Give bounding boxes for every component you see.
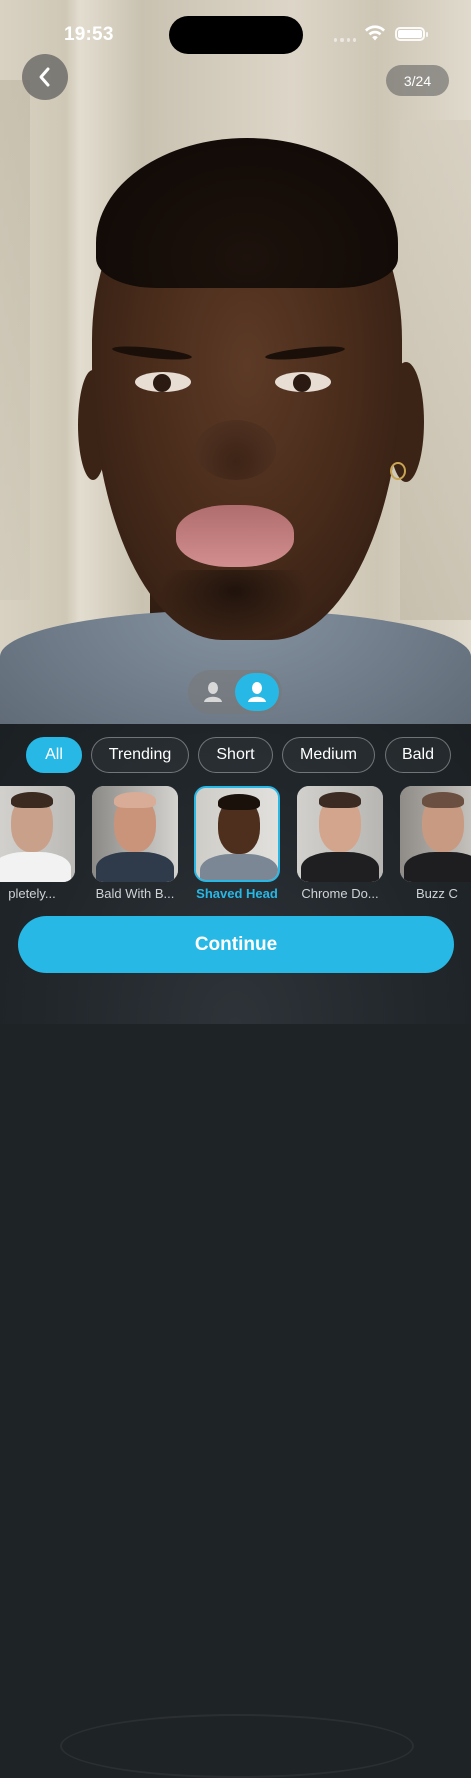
style-card[interactable]: pletely... <box>0 786 75 901</box>
wifi-icon <box>365 25 385 41</box>
style-counter: 3/24 <box>386 65 449 96</box>
style-thumbnail <box>400 786 471 882</box>
view-option-silhouette[interactable] <box>191 673 235 711</box>
style-thumbnail <box>92 786 178 882</box>
battery-icon <box>395 27 428 41</box>
style-label: Chrome Do... <box>301 886 379 901</box>
style-card-selected[interactable]: Shaved Head <box>194 786 280 901</box>
style-label: Bald With B... <box>95 886 175 901</box>
hairstyle-preview-photo <box>0 0 471 725</box>
style-label: Buzz C <box>416 886 458 901</box>
style-card[interactable]: Chrome Do... <box>297 786 383 901</box>
chevron-left-icon <box>39 67 50 87</box>
status-time: 19:53 <box>64 24 114 45</box>
filter-chip-bald[interactable]: Bald <box>385 737 451 773</box>
style-card[interactable]: Buzz C <box>400 786 471 901</box>
dynamic-island <box>169 16 303 54</box>
filter-chip-medium[interactable]: Medium <box>282 737 375 773</box>
style-thumbnail <box>297 786 383 882</box>
style-thumbnail <box>0 786 75 882</box>
style-thumbnail <box>194 786 280 882</box>
filter-chips: All Trending Short Medium Bald <box>0 737 471 775</box>
silhouette-icon <box>204 682 222 702</box>
filter-chip-trending[interactable]: Trending <box>91 737 189 773</box>
view-option-person[interactable] <box>235 673 279 711</box>
style-label: pletely... <box>8 886 56 901</box>
style-label: Shaved Head <box>196 886 278 901</box>
continue-button[interactable]: Continue <box>18 916 454 973</box>
filter-chip-short[interactable]: Short <box>198 737 273 773</box>
signal-dots-icon <box>334 38 356 42</box>
style-card[interactable]: Bald With B... <box>92 786 178 901</box>
filter-chip-all[interactable]: All <box>26 737 82 773</box>
person-icon <box>248 682 266 702</box>
style-carousel: pletely... Bald With B... Shaved Head Ch… <box>0 786 471 906</box>
view-toggle[interactable] <box>188 670 282 714</box>
back-button[interactable] <box>22 54 68 100</box>
